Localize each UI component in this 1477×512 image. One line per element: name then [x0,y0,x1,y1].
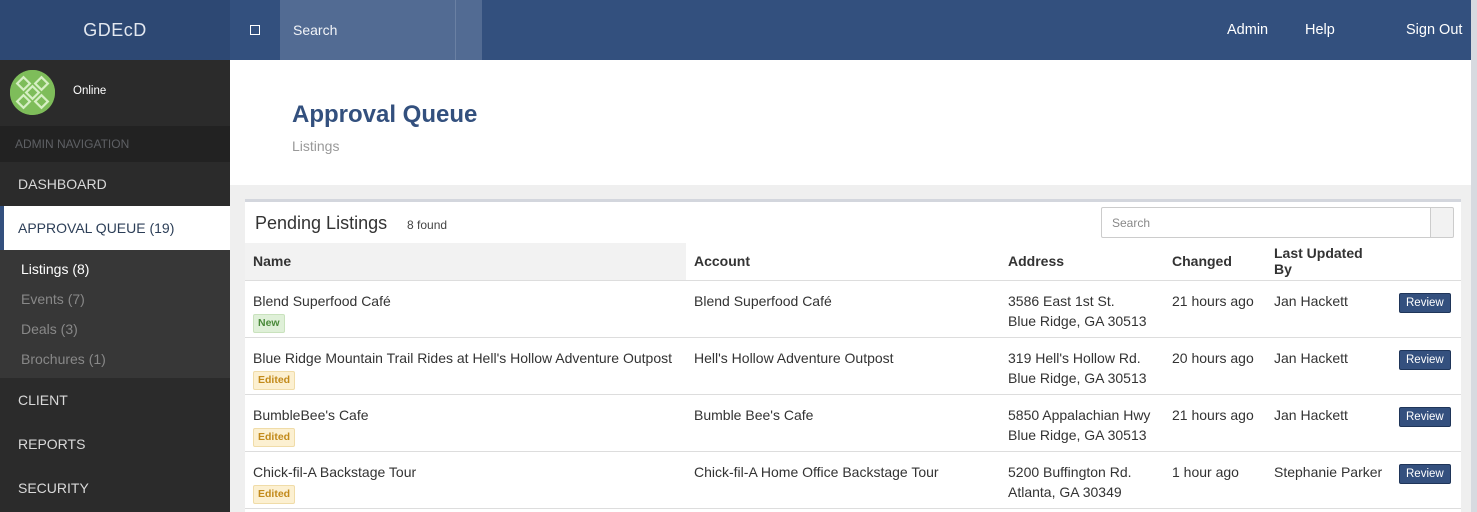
page-subtitle: Listings [292,138,340,154]
address-line-1: 5200 Buffington Rd. [1008,463,1132,480]
listing-account: Bumble Bee's Cafe [686,394,1000,452]
address-line-2: Blue Ridge, GA 30513 [1008,426,1147,443]
nav-header: ADMIN NAVIGATION [0,126,230,162]
address-line-1: 319 Hell's Hollow Rd. [1008,349,1141,366]
review-button[interactable]: Review [1399,349,1451,370]
review-button[interactable]: Review [1399,406,1451,427]
nav-link-help[interactable]: Help [1305,0,1335,60]
sidebar-item-dashboard[interactable]: DASHBOARD [0,162,230,206]
column-header-address[interactable]: Address [1000,243,1164,281]
table-row: BumbleBee's Cafe Edited Bumble Bee's Caf… [245,394,1461,452]
listings-search-button[interactable] [1430,207,1454,238]
listing-name: Blend Superfood Café [253,292,391,309]
subnav-item-deals[interactable]: Deals (3) [0,314,230,344]
column-header-account[interactable]: Account [686,243,1000,281]
window-scrollbar[interactable] [1471,0,1477,512]
table-header-row: Name Account Address Changed Last Update… [245,243,1461,281]
listing-name: BumbleBee's Cafe [253,406,369,423]
column-header-name[interactable]: Name [245,243,686,281]
listing-account: Chick-fil-A Home Office Backstage Tour [686,451,1000,509]
status-badge: Edited [253,370,296,390]
listing-account: Blend Superfood Café [686,280,1000,338]
listings-search-input[interactable] [1101,207,1431,238]
address-line-2: Blue Ridge, GA 30513 [1008,369,1147,386]
page-title: Approval Queue [292,101,478,128]
column-header-last-updated-by[interactable]: Last Updated By [1266,243,1391,281]
table-row: Blend Superfood Café New Blend Superfood… [245,280,1461,338]
approval-queue-subnav: Listings (8) Events (7) Deals (3) Brochu… [0,250,230,378]
main-content: Pending Listings 8 found Name Account Ad… [230,185,1477,512]
listing-updated-by: Jan Hackett [1266,280,1391,338]
top-search-box [280,0,482,60]
column-header-changed[interactable]: Changed [1164,243,1266,281]
sidebar-item-reports[interactable]: REPORTS [0,422,230,466]
sidebar-toggle-button[interactable] [230,0,280,60]
top-search-input[interactable] [280,0,456,60]
subnav-item-brochures[interactable]: Brochures (1) [0,344,230,374]
listings-table: Name Account Address Changed Last Update… [245,243,1461,509]
listing-changed: 20 hours ago [1164,337,1266,395]
page-header: Approval Queue Listings [230,60,1477,185]
brand-logo[interactable]: GDEcD [0,0,230,60]
avatar-pattern-icon [10,70,55,115]
sidebar-item-security[interactable]: SECURITY [0,466,230,510]
review-button[interactable]: Review [1399,292,1451,313]
user-panel: Online [0,60,230,126]
listing-updated-by: Jan Hackett [1266,337,1391,395]
listing-name: Blue Ridge Mountain Trail Rides at Hell'… [253,349,672,366]
sidebar-item-approval-queue[interactable]: APPROVAL QUEUE (19) [0,206,230,250]
address-line-2: Blue Ridge, GA 30513 [1008,312,1147,329]
listing-changed: 21 hours ago [1164,394,1266,452]
table-row: Chick-fil-A Backstage Tour Edited Chick-… [245,451,1461,509]
listing-updated-by: Stephanie Parker [1266,451,1391,509]
column-header-actions [1391,243,1461,281]
sidebar-item-client[interactable]: CLIENT [0,378,230,422]
panel-title: Pending Listings [255,213,388,233]
sidebar: Online ADMIN NAVIGATION DASHBOARD APPROV… [0,60,230,512]
listing-name: Chick-fil-A Backstage Tour [253,463,417,480]
nav-link-sign-out[interactable]: Sign Out [1406,0,1462,60]
top-navbar: GDEcD Admin Help Sign Out [0,0,1477,60]
listing-changed: 1 hour ago [1164,451,1266,509]
subnav-item-events[interactable]: Events (7) [0,284,230,314]
result-count: 8 found [407,218,448,232]
pending-listings-panel: Pending Listings 8 found Name Account Ad… [245,199,1461,512]
listing-account: Hell's Hollow Adventure Outpost [686,337,1000,395]
listing-changed: 21 hours ago [1164,280,1266,338]
table-row: Blue Ridge Mountain Trail Rides at Hell'… [245,337,1461,395]
review-button[interactable]: Review [1399,463,1451,484]
user-status: Online [73,85,107,97]
avatar[interactable] [10,70,55,115]
listing-updated-by: Jan Hackett [1266,394,1391,452]
status-badge: Edited [253,484,296,504]
address-line-1: 5850 Appalachian Hwy [1008,406,1151,423]
status-badge: Edited [253,427,296,447]
address-line-1: 3586 East 1st St. [1008,292,1115,309]
menu-toggle-icon [250,25,260,35]
address-line-2: Atlanta, GA 30349 [1008,483,1122,500]
status-badge: New [253,313,285,333]
nav-link-admin[interactable]: Admin [1227,0,1268,60]
subnav-item-listings[interactable]: Listings (8) [0,254,230,284]
